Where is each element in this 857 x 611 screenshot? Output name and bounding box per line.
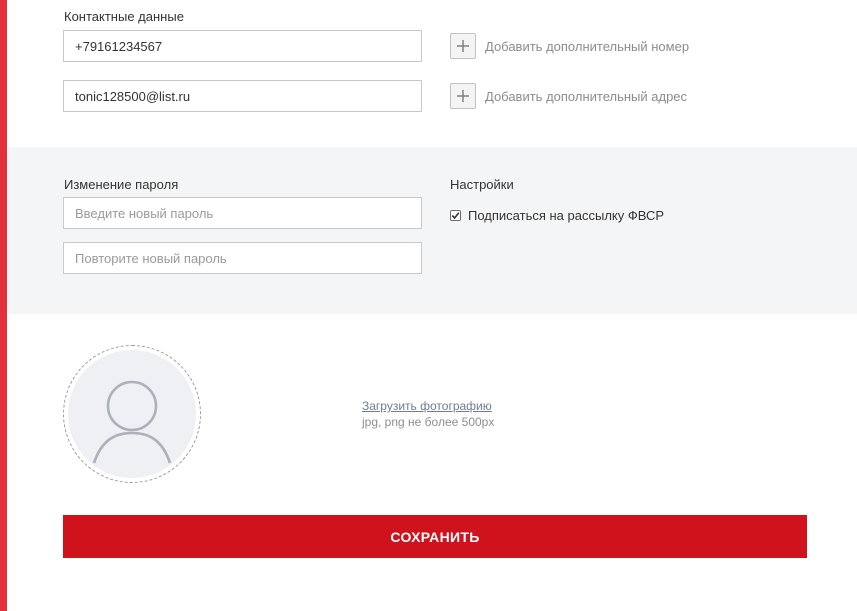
upload-photo-link[interactable]: Загрузить фотографию	[362, 399, 492, 413]
repeat-password-input[interactable]	[63, 242, 422, 274]
left-accent-bar	[0, 0, 7, 611]
subscribe-option[interactable]: Подписаться на рассылку ФВСР	[450, 208, 664, 223]
plus-icon	[457, 90, 469, 102]
add-phone-button[interactable]	[450, 33, 476, 59]
subscribe-checkbox[interactable]	[450, 210, 461, 221]
add-email-row[interactable]: Добавить дополнительный адрес	[450, 81, 687, 111]
phone-input[interactable]	[63, 30, 422, 62]
add-phone-row[interactable]: Добавить дополнительный номер	[450, 31, 689, 61]
add-phone-link[interactable]: Добавить дополнительный номер	[485, 39, 689, 54]
avatar-upload-area[interactable]	[63, 345, 201, 483]
new-password-input[interactable]	[63, 197, 422, 229]
settings-section-label: Настройки	[450, 177, 514, 192]
password-section-label: Изменение пароля	[64, 177, 179, 192]
checkmark-icon	[451, 212, 460, 220]
avatar	[68, 350, 196, 478]
save-button[interactable]: СОХРАНИТЬ	[63, 515, 807, 558]
subscribe-label: Подписаться на рассылку ФВСР	[468, 208, 665, 223]
password-settings-panel	[8, 147, 857, 314]
email-input[interactable]	[63, 80, 422, 112]
add-email-button[interactable]	[450, 83, 476, 109]
plus-icon	[457, 40, 469, 52]
upload-photo-hint: jpg, png не более 500px	[362, 415, 495, 429]
add-email-link[interactable]: Добавить дополнительный адрес	[485, 89, 687, 104]
contacts-section-label: Контактные данные	[64, 9, 184, 24]
user-placeholder-icon	[92, 380, 172, 464]
